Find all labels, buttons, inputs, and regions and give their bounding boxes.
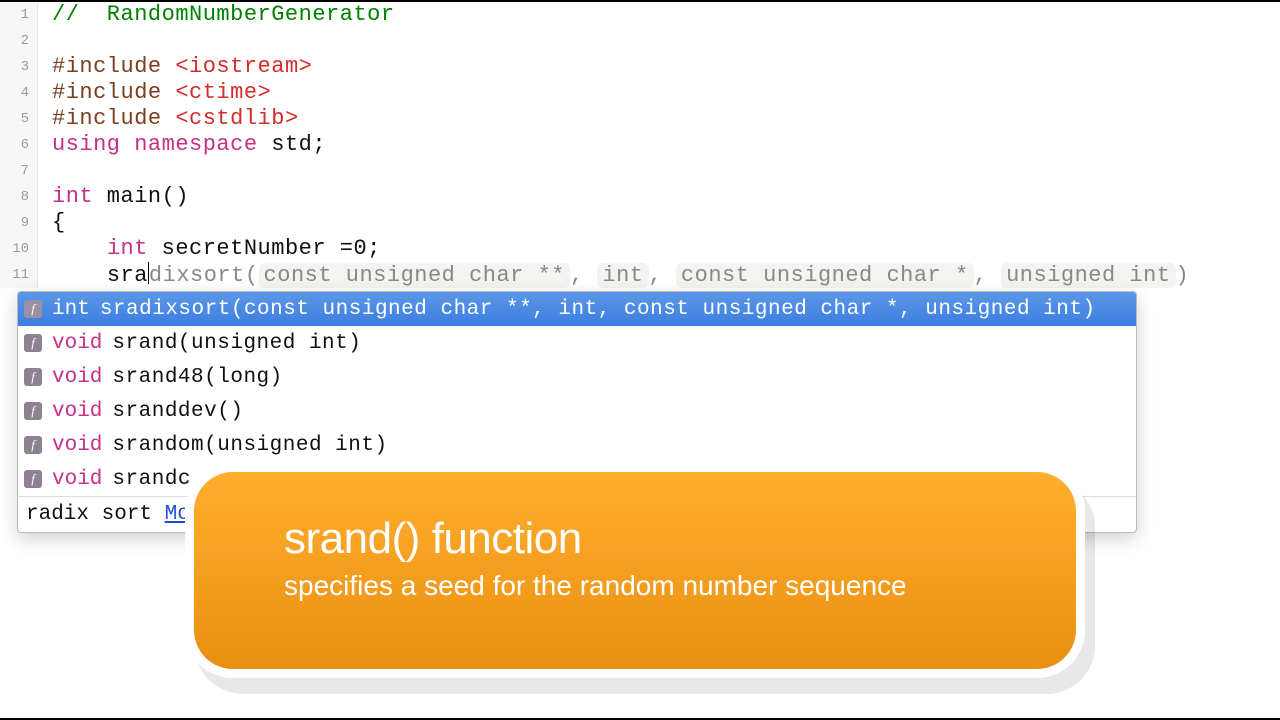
function-icon: f	[24, 300, 42, 318]
code-line[interactable]: 1// RandomNumberGenerator	[0, 2, 1280, 28]
tutorial-callout: srand() function specifies a seed for th…	[185, 463, 1085, 678]
code-editor[interactable]: 1// RandomNumberGenerator23#include <ios…	[0, 0, 1280, 288]
function-icon: f	[24, 368, 42, 386]
autocomplete-item[interactable]: fvoid srand(unsigned int)	[18, 326, 1136, 360]
function-signature: sranddev()	[112, 400, 243, 423]
code-line-active[interactable]: 11 sradixsort(const unsigned char **, in…	[0, 262, 1280, 288]
line-number: 8	[0, 184, 38, 210]
code-line[interactable]: 2	[0, 28, 1280, 54]
line-number: 10	[0, 236, 38, 262]
code-content[interactable]: #include <iostream>	[38, 54, 312, 80]
code-content[interactable]: {	[38, 210, 66, 236]
code-content[interactable]: using namespace std;	[38, 132, 326, 158]
code-content[interactable]	[38, 158, 52, 184]
code-line[interactable]: 5#include <cstdlib>	[0, 106, 1280, 132]
function-signature: srand(unsigned int)	[112, 332, 361, 355]
callout-subtitle: specifies a seed for the random number s…	[284, 570, 1016, 602]
line-number: 1	[0, 2, 38, 28]
function-icon: f	[24, 470, 42, 488]
code-content[interactable]	[38, 28, 52, 54]
line-number: 11	[0, 262, 38, 288]
function-icon: f	[24, 436, 42, 454]
code-content[interactable]: sradixsort(const unsigned char **, int, …	[38, 262, 1189, 288]
code-content[interactable]: int main()	[38, 184, 189, 210]
autocomplete-item[interactable]: fvoid srand48(long)	[18, 360, 1136, 394]
line-number: 9	[0, 210, 38, 236]
return-type: void	[52, 468, 102, 491]
code-content[interactable]: int secretNumber =0;	[38, 236, 381, 262]
line-number: 7	[0, 158, 38, 184]
line-number: 4	[0, 80, 38, 106]
return-type: void	[52, 332, 102, 355]
code-content[interactable]: #include <cstdlib>	[38, 106, 299, 132]
line-number: 3	[0, 54, 38, 80]
function-signature: srand48(long)	[112, 366, 282, 389]
code-content[interactable]: #include <ctime>	[38, 80, 271, 106]
code-line[interactable]: 9{	[0, 210, 1280, 236]
line-number: 5	[0, 106, 38, 132]
footer-text: radix sort	[26, 503, 165, 526]
function-signature: srandom(unsigned int)	[112, 434, 387, 457]
code-line[interactable]: 4#include <ctime>	[0, 80, 1280, 106]
code-line[interactable]: 10 int secretNumber =0;	[0, 236, 1280, 262]
code-line[interactable]: 6using namespace std;	[0, 132, 1280, 158]
autocomplete-item[interactable]: fvoid srandom(unsigned int)	[18, 428, 1136, 462]
code-line[interactable]: 8int main()	[0, 184, 1280, 210]
function-icon: f	[24, 334, 42, 352]
code-line[interactable]: 3#include <iostream>	[0, 54, 1280, 80]
autocomplete-item[interactable]: fint sradixsort(const unsigned char **, i…	[18, 292, 1136, 326]
autocomplete-item[interactable]: fvoid sranddev()	[18, 394, 1136, 428]
function-icon: f	[24, 402, 42, 420]
function-signature: srandc	[112, 468, 191, 491]
function-signature: sradixsort(const unsigned char **, int, …	[100, 298, 1096, 321]
return-type: void	[52, 366, 102, 389]
line-number: 2	[0, 28, 38, 54]
return-type: int	[52, 298, 90, 321]
code-content[interactable]: // RandomNumberGenerator	[38, 2, 395, 28]
callout-title: srand() function	[284, 514, 1016, 564]
code-line[interactable]: 7	[0, 158, 1280, 184]
return-type: void	[52, 434, 102, 457]
return-type: void	[52, 400, 102, 423]
line-number: 6	[0, 132, 38, 158]
